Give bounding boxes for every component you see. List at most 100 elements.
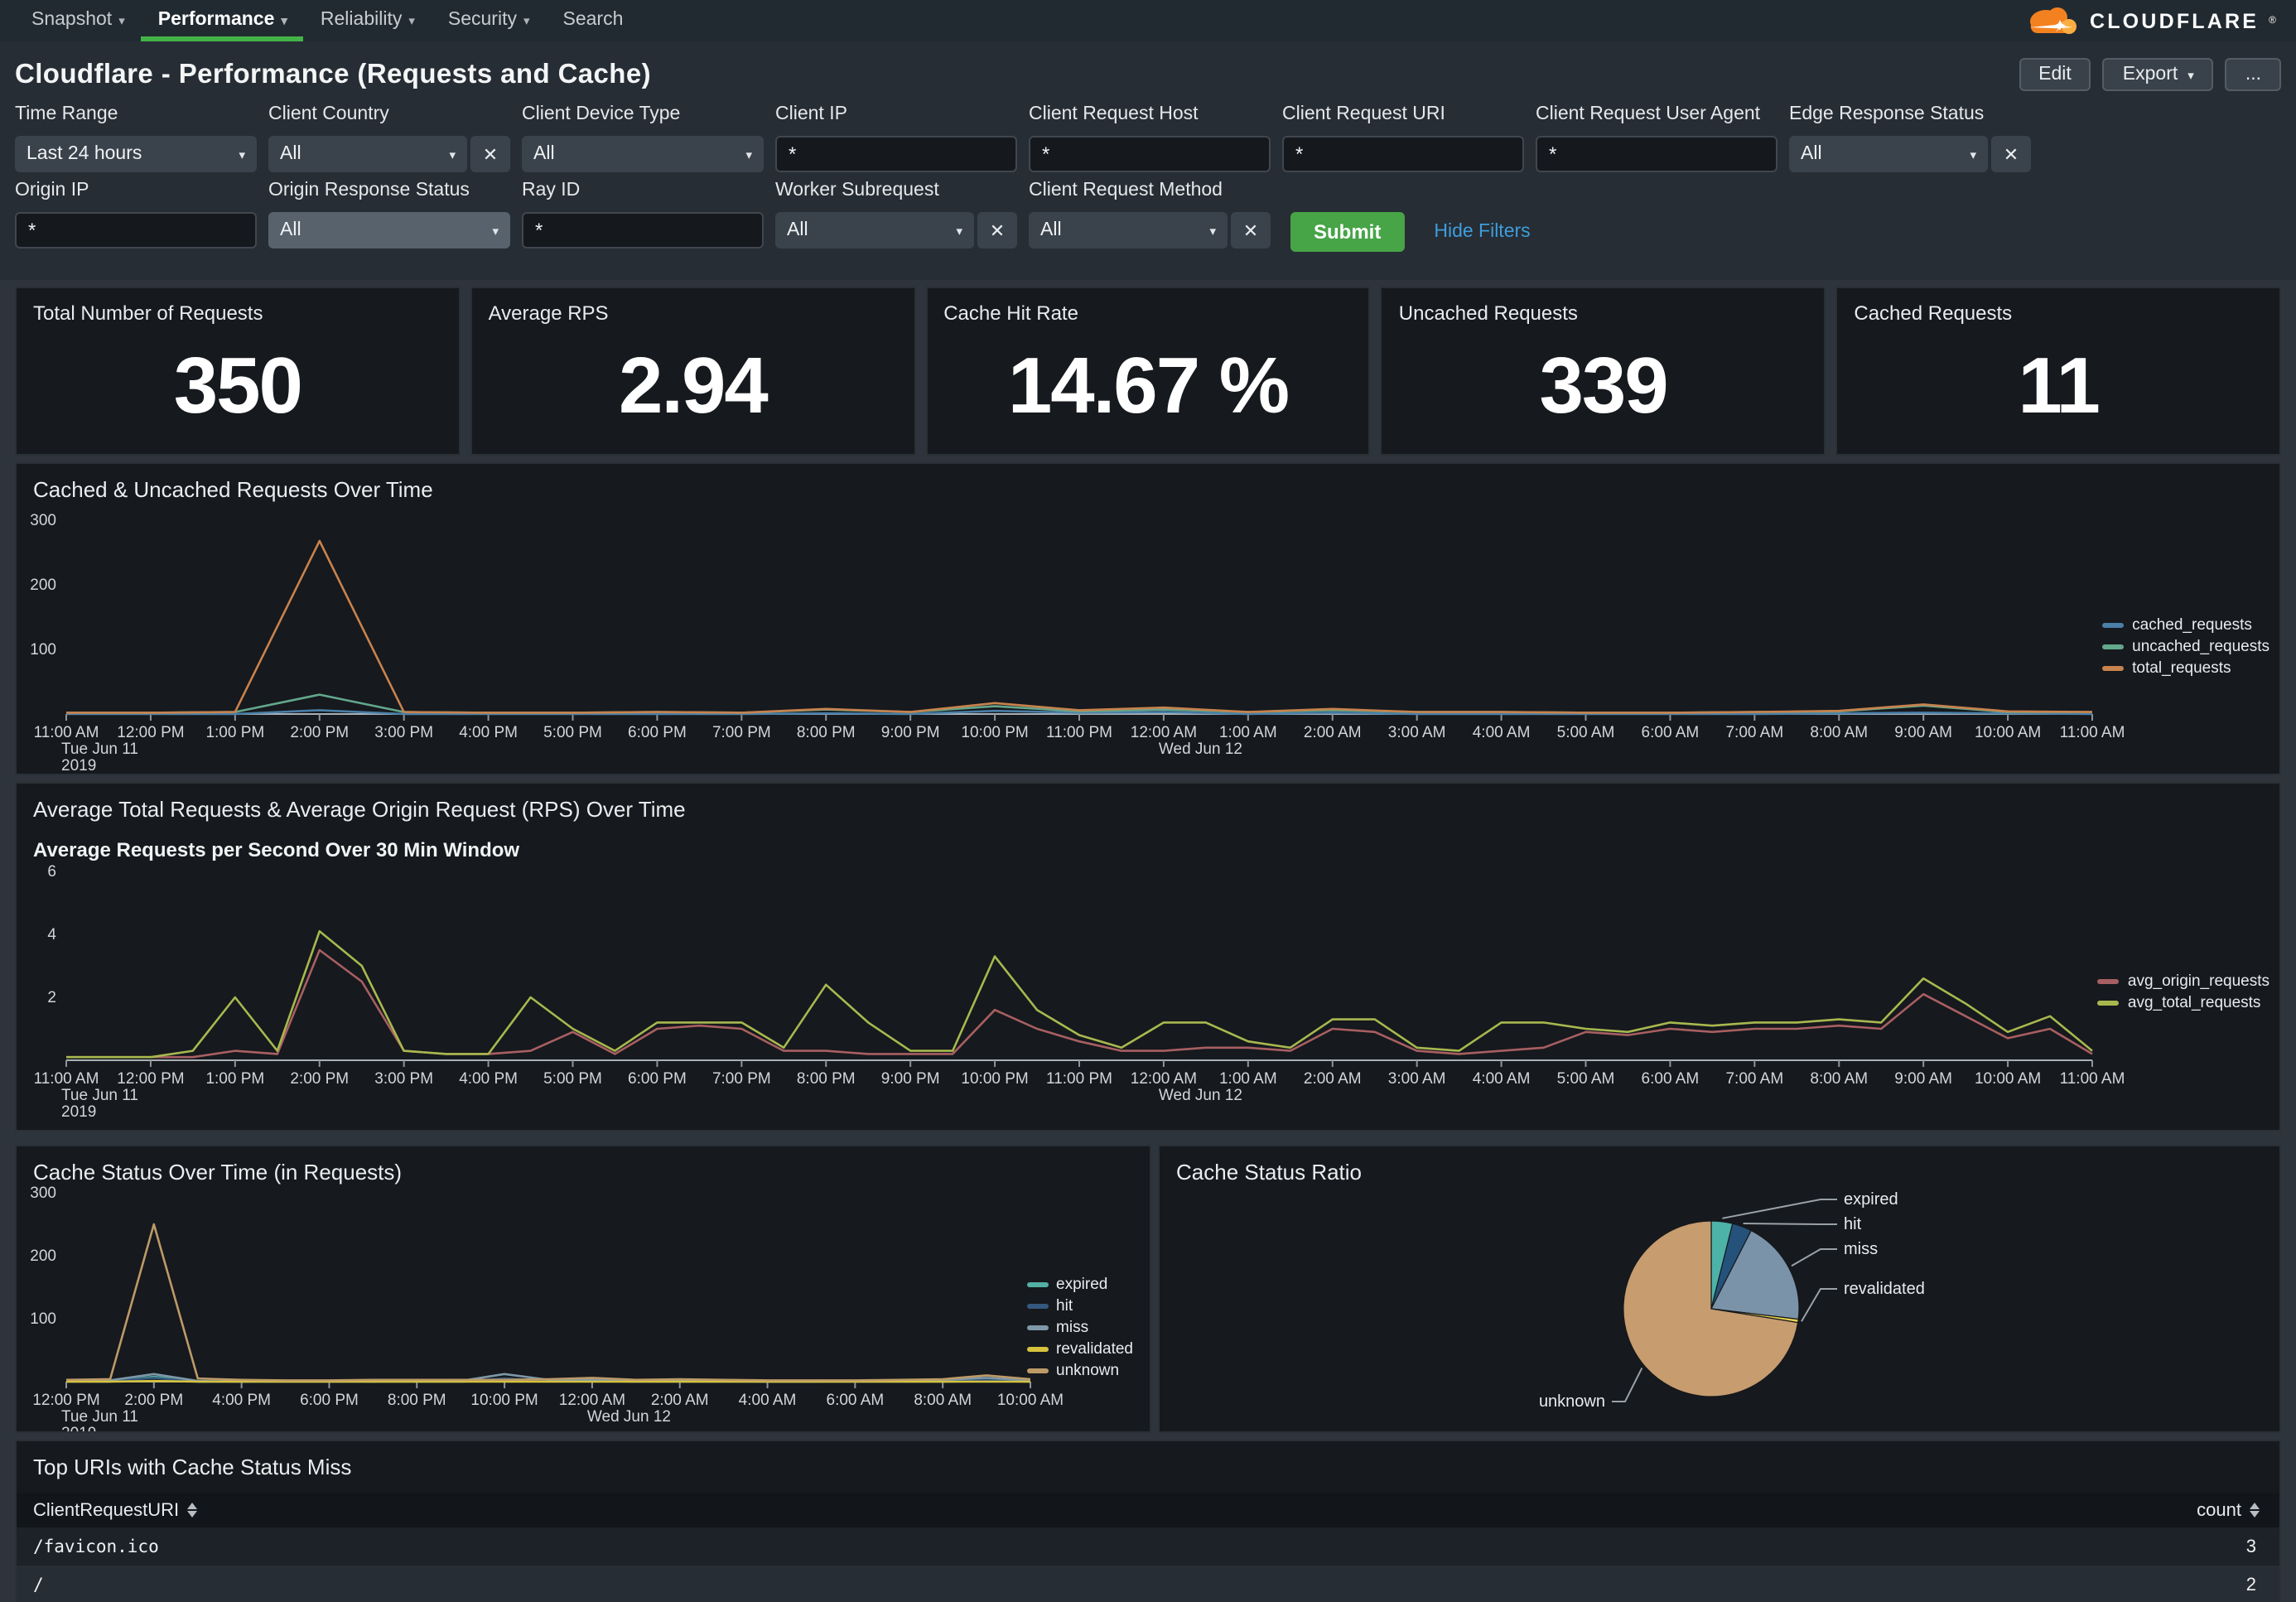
filter-row-1: Time RangeLast 24 hours▾Client CountryAl… — [15, 104, 2281, 172]
panel-cache-status-ratio: Cache Status Ratio expiredhitmissrevalid… — [1158, 1145, 2281, 1433]
svg-text:expired: expired — [1844, 1190, 1898, 1209]
filter-control-row: * — [775, 136, 1017, 172]
nav-item-reliability[interactable]: Reliability▾ — [304, 0, 432, 41]
input-value: * — [789, 142, 796, 166]
button-label: Export — [2123, 65, 2178, 84]
legend-item-total_requests[interactable]: total_requests — [2102, 659, 2269, 678]
panel-title: Top URIs with Cache Status Miss — [17, 1441, 2279, 1479]
svg-text:8:00 AM: 8:00 AM — [1810, 724, 1868, 741]
svg-text:100: 100 — [30, 641, 56, 659]
nav-item-security[interactable]: Security▾ — [432, 0, 547, 41]
chevron-down-icon: ▾ — [408, 13, 415, 27]
cached-uncached-line-chart: 11:00 AM12:00 PM1:00 PM2:00 PM3:00 PM4:0… — [17, 464, 2279, 774]
filter-client-device-type: Client Device TypeAll▾ — [522, 104, 764, 172]
stat-value: 14.67 % — [927, 325, 1369, 454]
chart-subtitle: Average Requests per Second Over 30 Min … — [17, 822, 2279, 861]
column-header-uri[interactable]: ClientRequestURI — [17, 1500, 2003, 1520]
filter-control-row: All▾✕ — [1789, 136, 2031, 172]
stat-label: Uncached Requests — [1382, 288, 1825, 325]
export-button[interactable]: Export▾ — [2103, 58, 2214, 91]
client-request-method-clear-button[interactable]: ✕ — [1231, 212, 1271, 249]
brand-registered-mark: ® — [2269, 16, 2276, 26]
svg-text:miss: miss — [1844, 1240, 1878, 1258]
submit-button[interactable]: Submit — [1290, 212, 1404, 252]
filter-label: Client Request Method — [1029, 181, 1271, 202]
legend-item-avg_origin_requests[interactable]: avg_origin_requests — [2098, 972, 2269, 991]
filter-ray-id: Ray ID* — [522, 181, 764, 249]
sort-icon — [187, 1503, 197, 1518]
svg-text:7:00 AM: 7:00 AM — [1725, 1070, 1783, 1088]
select-value: All — [280, 220, 301, 240]
nav-item-performance[interactable]: Performance▾ — [142, 0, 304, 41]
edit-button[interactable]: Edit — [2019, 58, 2091, 91]
stat-card-average-rps: Average RPS2.94 — [470, 287, 916, 456]
ray-id-input[interactable]: * — [522, 212, 764, 249]
button-label: ... — [2245, 65, 2261, 84]
legend-item-unknown[interactable]: unknown — [1026, 1362, 1133, 1380]
svg-text:6: 6 — [47, 863, 56, 881]
stat-value: 11 — [1837, 325, 2279, 454]
svg-text:11:00 PM: 11:00 PM — [1046, 1070, 1112, 1088]
input-value: * — [535, 219, 543, 242]
legend-label: miss — [1056, 1319, 1088, 1337]
client-country-select[interactable]: All▾ — [268, 136, 467, 172]
legend-item-cached_requests[interactable]: cached_requests — [2102, 616, 2269, 635]
origin-ip-input[interactable]: * — [15, 212, 257, 249]
legend-swatch — [1026, 1325, 1048, 1330]
svg-text:4:00 PM: 4:00 PM — [459, 724, 518, 741]
panel-title: Cache Status Over Time (in Requests) — [17, 1146, 1150, 1185]
svg-text:8:00 AM: 8:00 AM — [914, 1392, 972, 1409]
client-country-clear-button[interactable]: ✕ — [470, 136, 510, 172]
client-device-type-select[interactable]: All▾ — [522, 136, 764, 172]
top-nav: Snapshot▾Performance▾Reliability▾Securit… — [0, 0, 2296, 41]
nav-item-search[interactable]: Search — [547, 0, 640, 41]
edge-response-status-select[interactable]: All▾ — [1789, 136, 1988, 172]
column-header-count[interactable]: count — [2003, 1500, 2279, 1520]
dashboard-root: Snapshot▾Performance▾Reliability▾Securit… — [0, 0, 2296, 1602]
svg-text:10:00 AM: 10:00 AM — [1975, 724, 2041, 741]
legend-swatch — [2098, 1001, 2120, 1006]
legend-item-uncached_requests[interactable]: uncached_requests — [2102, 638, 2269, 656]
svg-text:2: 2 — [47, 989, 56, 1006]
client-ip-input[interactable]: * — [775, 136, 1017, 172]
chevron-down-icon: ▾ — [118, 13, 125, 27]
legend-item-revalidated[interactable]: revalidated — [1026, 1340, 1133, 1358]
svg-text:1:00 AM: 1:00 AM — [1219, 724, 1277, 741]
filter-label: Client Request User Agent — [1536, 104, 1777, 126]
filter-label: Client IP — [775, 104, 1017, 126]
more-options-button[interactable]: ... — [2226, 58, 2281, 91]
stat-card-uncached-requests: Uncached Requests339 — [1381, 287, 1826, 456]
client-request-user-agent-input[interactable]: * — [1536, 136, 1777, 172]
client-request-method-select[interactable]: All▾ — [1029, 212, 1228, 249]
edge-response-status-clear-button[interactable]: ✕ — [1991, 136, 2031, 172]
client-request-uri-input[interactable]: * — [1282, 136, 1524, 172]
svg-text:11:00 AM: 11:00 AM — [34, 724, 99, 741]
stat-label: Cached Requests — [1837, 288, 2279, 325]
legend-item-hit[interactable]: hit — [1026, 1297, 1133, 1315]
titlebar-buttons: Edit Export▾... — [2019, 58, 2281, 91]
client-request-host-input[interactable]: * — [1029, 136, 1271, 172]
svg-text:11:00 AM: 11:00 AM — [2060, 724, 2125, 741]
legend-item-miss[interactable]: miss — [1026, 1319, 1133, 1337]
worker-subrequest-clear-button[interactable]: ✕ — [977, 212, 1017, 249]
bottom-charts-row: Cache Status Over Time (in Requests) 12:… — [15, 1138, 2281, 1433]
worker-subrequest-select[interactable]: All▾ — [775, 212, 974, 249]
filter-worker-subrequest: Worker SubrequestAll▾✕ — [775, 181, 1017, 249]
svg-text:10:00 PM: 10:00 PM — [470, 1392, 538, 1409]
chart-legend: avg_origin_requests avg_total_requests — [2098, 972, 2269, 1016]
svg-text:12:00 AM: 12:00 AM — [1131, 1070, 1197, 1088]
legend-label: revalidated — [1056, 1340, 1133, 1358]
svg-text:1:00 AM: 1:00 AM — [1219, 1070, 1277, 1088]
nav-item-snapshot[interactable]: Snapshot▾ — [15, 0, 142, 41]
time-range-select[interactable]: Last 24 hours▾ — [15, 136, 257, 172]
legend-item-avg_total_requests[interactable]: avg_total_requests — [2098, 994, 2269, 1012]
origin-response-status-select[interactable]: All▾ — [268, 212, 510, 249]
brand-text: CLOUDFLARE — [2090, 9, 2259, 32]
svg-text:3:00 PM: 3:00 PM — [374, 1070, 433, 1088]
legend-item-expired[interactable]: expired — [1026, 1276, 1133, 1294]
hide-filters-link[interactable]: Hide Filters — [1434, 222, 1530, 242]
stat-card-cached-requests: Cached Requests11 — [1835, 287, 2281, 456]
svg-text:7:00 AM: 7:00 AM — [1725, 724, 1783, 741]
svg-text:Wed Jun 12: Wed Jun 12 — [1159, 741, 1242, 758]
legend-swatch — [1026, 1304, 1048, 1309]
